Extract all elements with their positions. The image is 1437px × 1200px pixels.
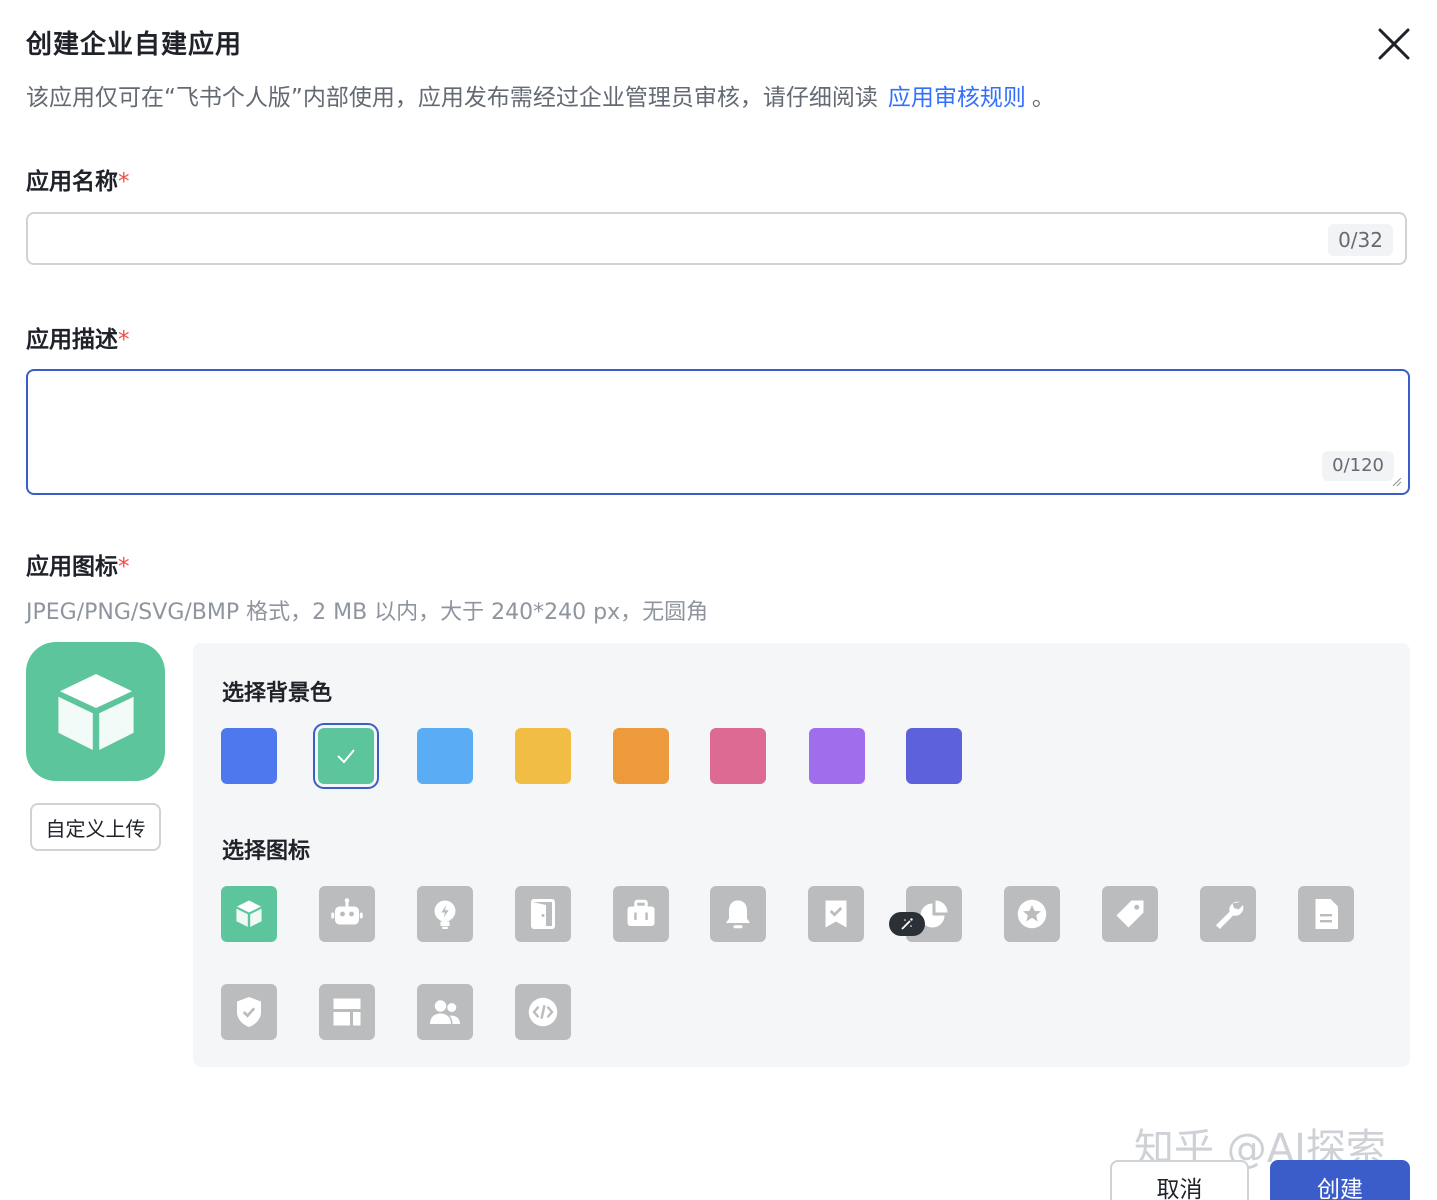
bg-color-swatch-blue[interactable] [221, 728, 277, 784]
lightbulb-icon [434, 900, 456, 929]
bg-color-swatch-indigo[interactable] [906, 728, 962, 784]
bg-color-swatch-green[interactable] [318, 728, 374, 784]
icon-option-door[interactable] [515, 886, 571, 942]
icon-option-layout[interactable] [319, 984, 375, 1040]
required-mark: * [118, 169, 130, 195]
required-mark: * [118, 327, 130, 353]
icon-picker-panel: 选择背景色 选择图标 [193, 643, 1410, 1067]
icon-option-tag[interactable] [1102, 886, 1158, 942]
icon-option-briefcase[interactable] [613, 886, 669, 942]
magic-wand-cursor [889, 912, 925, 936]
app-desc-counter: 0/120 [1322, 451, 1394, 481]
app-name-input[interactable] [42, 214, 1326, 265]
app-icon-label-text: 应用图标 [26, 554, 118, 580]
icon-option-bell[interactable] [710, 886, 766, 942]
app-desc-field: 0/120 [26, 369, 1410, 495]
app-desc-label: 应用描述* [26, 320, 130, 354]
shield-check-icon [237, 997, 261, 1027]
bg-color-swatch-purple[interactable] [809, 728, 865, 784]
icon-option-shield[interactable] [221, 984, 277, 1040]
star-icon [1017, 899, 1047, 929]
icon-option-star[interactable] [1004, 886, 1060, 942]
icon-option-lightbulb[interactable] [417, 886, 473, 942]
close-icon [1378, 28, 1410, 60]
app-desc-textarea[interactable] [40, 381, 1344, 485]
icon-option-cube[interactable] [221, 886, 277, 942]
tag-icon [1116, 900, 1144, 928]
cube-icon [236, 900, 262, 927]
icon-format-hint: JPEG/PNG/SVG/BMP 格式，2 MB 以内，大于 240*240 p… [26, 600, 709, 625]
custom-upload-button[interactable]: 自定义上传 [30, 803, 161, 851]
subtitle-tail: 。 [1031, 85, 1055, 111]
bg-color-swatch-orange[interactable] [613, 728, 669, 784]
users-icon [430, 1000, 460, 1024]
app-icon-preview [26, 642, 165, 781]
required-mark: * [118, 554, 130, 580]
app-name-counter: 0/32 [1328, 224, 1393, 256]
layout-icon [333, 998, 361, 1026]
icon-option-bookmark[interactable] [808, 886, 864, 942]
create-button[interactable]: 创建 [1270, 1160, 1410, 1200]
robot-icon [331, 898, 363, 925]
bookmark-check-icon [825, 900, 847, 928]
wrench-icon [1216, 901, 1244, 929]
app-name-label: 应用名称* [26, 162, 130, 196]
document-icon [1315, 899, 1338, 929]
icon-option-code[interactable] [515, 984, 571, 1040]
app-icon-label: 应用图标* [26, 547, 130, 581]
bg-color-title: 选择背景色 [222, 681, 333, 706]
review-rules-link[interactable]: 应用审核规则 [888, 85, 1026, 111]
bell-icon [726, 900, 750, 929]
code-icon [528, 997, 558, 1027]
door-icon [531, 899, 555, 929]
bg-color-swatch-light-blue[interactable] [417, 728, 473, 784]
icon-option-wrench[interactable] [1200, 886, 1256, 942]
app-name-field: 0/32 [26, 212, 1407, 265]
app-name-label-text: 应用名称 [26, 169, 118, 195]
bg-color-swatch-yellow[interactable] [515, 728, 571, 784]
app-desc-label-text: 应用描述 [26, 327, 118, 353]
dialog-title: 创建企业自建应用 [26, 30, 243, 60]
create-app-dialog: 创建企业自建应用 该应用仅可在“飞书个人版”内部使用，应用发布需经过企业管理员审… [0, 0, 1437, 1200]
resize-handle-icon[interactable] [1392, 477, 1402, 487]
check-icon [337, 749, 355, 764]
magic-wand-icon [901, 918, 913, 930]
briefcase-icon [627, 899, 655, 926]
close-button[interactable] [1374, 24, 1414, 64]
subtitle-text: 该应用仅可在“飞书个人版”内部使用，应用发布需经过企业管理员审核，请仔细阅读 [26, 85, 878, 111]
bg-color-swatch-pink[interactable] [710, 728, 766, 784]
icon-option-robot[interactable] [319, 886, 375, 942]
dialog-subtitle: 该应用仅可在“飞书个人版”内部使用，应用发布需经过企业管理员审核，请仔细阅读 应用… [26, 78, 1055, 112]
cancel-button[interactable]: 取消 [1110, 1160, 1249, 1200]
icon-option-document[interactable] [1298, 886, 1354, 942]
icon-select-title: 选择图标 [222, 839, 311, 864]
cube-icon [57, 673, 134, 750]
icon-option-users[interactable] [417, 984, 473, 1040]
